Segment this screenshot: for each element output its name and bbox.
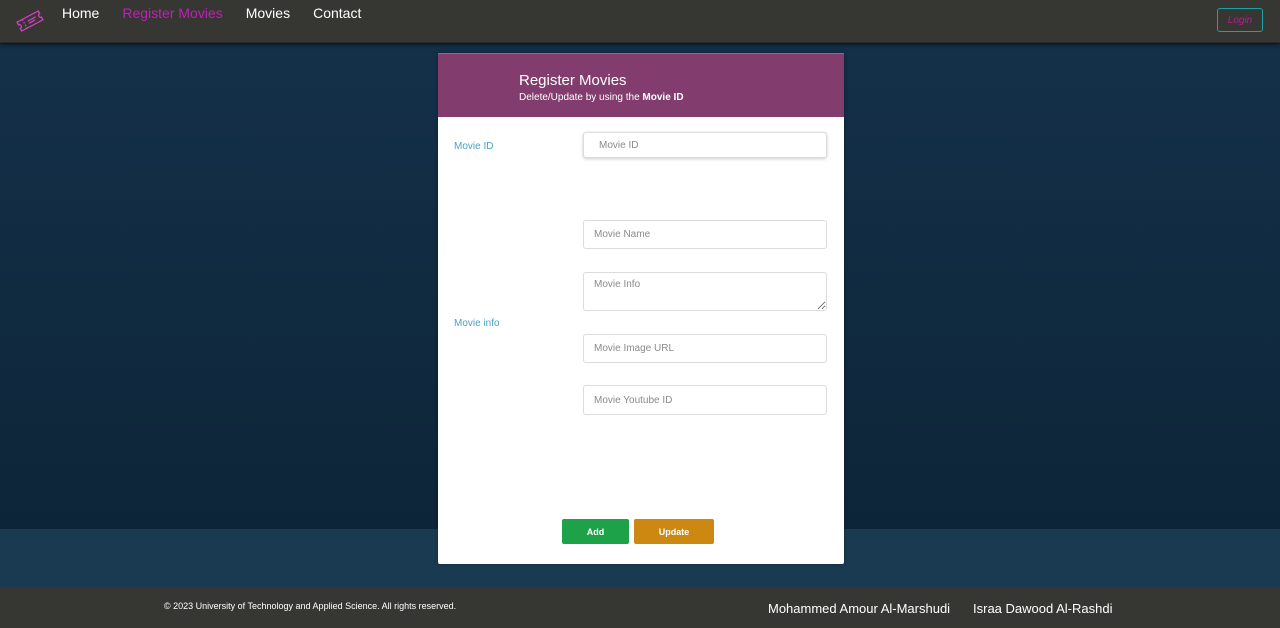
movie-info-label: Movie info <box>454 318 500 329</box>
footer: © 2023 University of Technology and Appl… <box>0 587 1280 628</box>
author-name: Mohammed Amour Al-Marshudi <box>768 601 951 616</box>
add-button[interactable]: Add <box>562 519 629 544</box>
nav-links: Home Register Movies Movies Contact <box>62 5 384 21</box>
nav-movies-link[interactable]: Movies <box>246 5 290 21</box>
movie-info-input[interactable] <box>583 272 827 311</box>
movie-id-label: Movie ID <box>454 141 494 152</box>
ticket-icon[interactable] <box>14 8 46 34</box>
register-movie-card: Register Movies Delete/Update by using t… <box>438 53 844 564</box>
card-subtitle-bold: Movie ID <box>642 92 684 103</box>
navbar: Home Register Movies Movies Contact Logi… <box>0 0 1280 43</box>
movie-youtube-id-input[interactable] <box>583 385 827 415</box>
card-title: Register Movies <box>519 72 627 89</box>
card-subtitle-text: Delete/Update by using the <box>519 92 643 103</box>
nav-home-link[interactable]: Home <box>62 5 99 21</box>
author-name: Israa Dawood Al-Rashdi <box>973 601 1113 616</box>
card-header: Register Movies Delete/Update by using t… <box>438 53 844 117</box>
card-subtitle: Delete/Update by using the Movie ID <box>519 92 684 103</box>
movie-image-url-input[interactable] <box>583 334 827 363</box>
movie-id-input[interactable] <box>583 132 827 158</box>
login-button[interactable]: Login <box>1217 8 1263 32</box>
nav-contact-link[interactable]: Contact <box>313 5 361 21</box>
movie-name-input[interactable] <box>583 220 827 249</box>
copyright-text: © 2023 University of Technology and Appl… <box>164 601 457 611</box>
nav-register-movies-link[interactable]: Register Movies <box>122 5 222 21</box>
update-button[interactable]: Update <box>634 519 714 544</box>
